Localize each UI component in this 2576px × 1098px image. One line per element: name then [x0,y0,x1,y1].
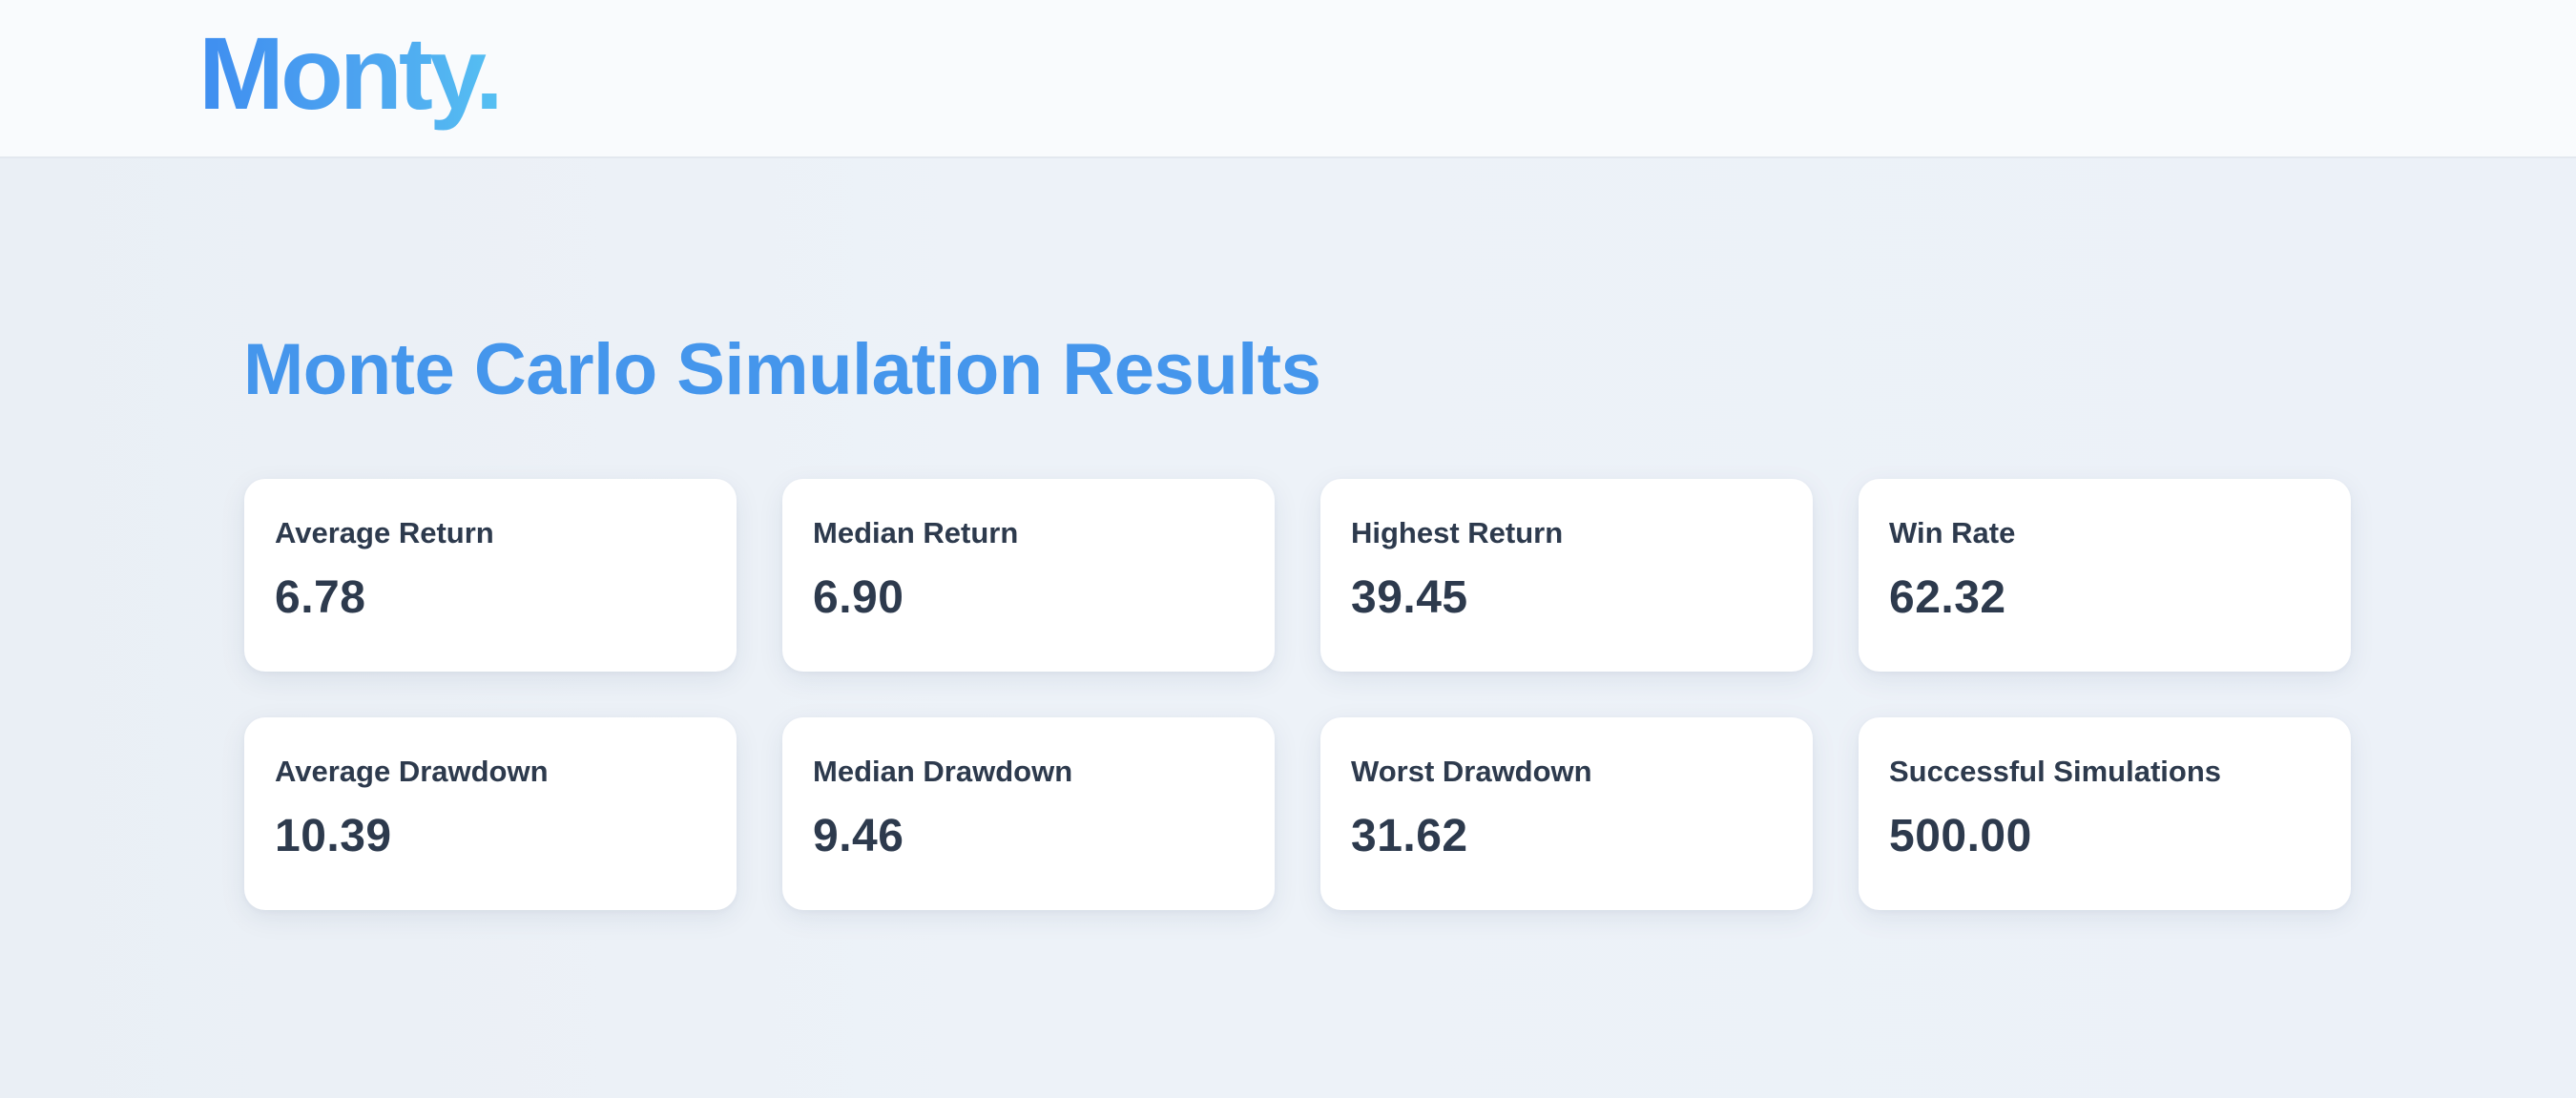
stat-card-average-return: Average Return 6.78 [244,479,737,672]
stat-card-win-rate: Win Rate 62.32 [1859,479,2351,672]
stat-label: Average Drawdown [275,755,549,788]
stat-label: Highest Return [1351,516,1564,549]
stat-card-median-drawdown: Median Drawdown 9.46 [782,717,1275,910]
stat-value: 6.78 [275,572,366,623]
stat-label: Successful Simulations [1889,755,2221,788]
results-grid: Average Return 6.78 Median Return 6.90 H… [244,479,2351,910]
stat-card-worst-drawdown: Worst Drawdown 31.62 [1320,717,1813,910]
stat-card-average-drawdown: Average Drawdown 10.39 [244,717,737,910]
page-title: Monte Carlo Simulation Results [243,329,1321,410]
stat-value: 6.90 [813,572,904,623]
stat-value: 62.32 [1889,572,2006,623]
stat-value: 31.62 [1351,811,1468,861]
stat-value: 500.00 [1889,811,2032,861]
stat-label: Worst Drawdown [1351,755,1592,788]
app-header: Monty. [0,0,2576,158]
app-logo[interactable]: Monty. [198,11,504,135]
stat-label: Win Rate [1889,516,2016,549]
stat-card-median-return: Median Return 6.90 [782,479,1275,672]
stat-card-highest-return: Highest Return 39.45 [1320,479,1813,672]
stat-value: 10.39 [275,811,392,861]
stat-card-successful-simulations: Successful Simulations 500.00 [1859,717,2351,910]
stat-value: 9.46 [813,811,904,861]
main-content: Monte Carlo Simulation Results Average R… [0,158,2576,1098]
stat-value: 39.45 [1351,572,1468,623]
stat-label: Average Return [275,516,494,549]
stat-label: Median Return [813,516,1019,549]
stat-label: Median Drawdown [813,755,1073,788]
